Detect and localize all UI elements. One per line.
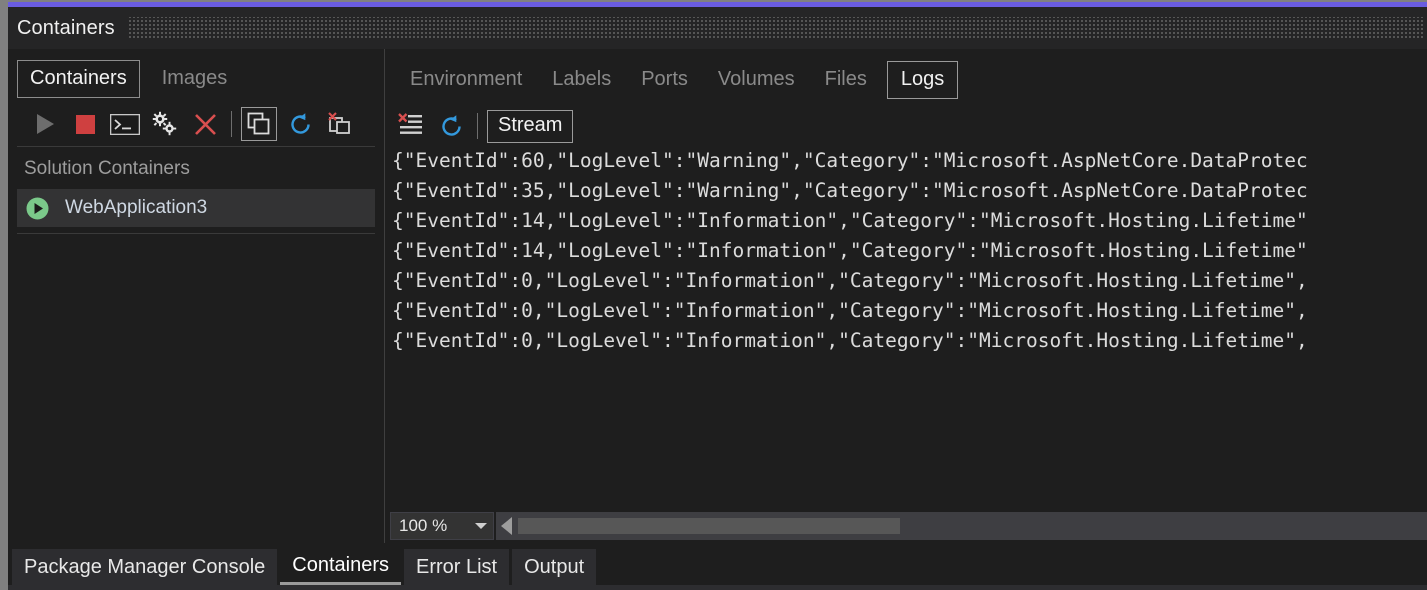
play-triangle-icon (35, 113, 55, 135)
tab-ports-label: Ports (641, 68, 688, 90)
tab-logs-label: Logs (900, 68, 945, 90)
stream-button[interactable]: Stream (487, 109, 574, 143)
delete-container-icon (327, 111, 353, 137)
settings-button[interactable] (148, 108, 182, 140)
left-pane: Containers Images Solution Containers We… (8, 49, 384, 543)
containers-tool-window: Containers Containers Images Solution Co… (8, 7, 1427, 590)
toolbar-separator (231, 111, 232, 137)
solution-containers-header: Solution Containers (8, 150, 384, 188)
tab-environment-label: Environment (410, 68, 523, 90)
dock-bottom-fill (8, 585, 1427, 590)
stream-button-label: Stream (498, 113, 563, 136)
stop-button[interactable] (68, 108, 102, 140)
dock-tab-label: Containers (292, 554, 389, 576)
log-line: {"EventId":14,"LogLevel":"Information","… (392, 239, 1308, 262)
log-horizontal-scrollbar[interactable] (496, 512, 1427, 540)
left-pane-tablist: Containers Images (8, 56, 239, 102)
refresh-circular-arrow-icon (439, 114, 464, 139)
dock-tab-label: Output (524, 555, 585, 578)
solution-containers-label: Solution Containers (24, 158, 190, 179)
container-toolbar (8, 104, 384, 144)
logs-toolbar-separator (477, 113, 478, 139)
logs-toolbar: Stream (390, 106, 1427, 146)
dock-tab-error-list[interactable]: Error List (403, 549, 510, 585)
log-output[interactable]: {"EventId":60,"LogLevel":"Warning","Cate… (390, 146, 1427, 504)
dock-tablist: Package Manager Console Containers Error… (12, 547, 599, 585)
clear-list-red-x-icon (397, 113, 425, 139)
refresh-logs-button[interactable] (434, 110, 468, 142)
log-line: {"EventId":35,"LogLevel":"Warning","Cate… (392, 179, 1308, 202)
tab-environment[interactable]: Environment (400, 62, 532, 98)
stop-square-icon (75, 114, 95, 134)
tab-volumes-label: Volumes (717, 68, 795, 90)
app-root: Containers Containers Images Solution Co… (0, 0, 1427, 590)
terminal-prompt-icon (110, 113, 140, 135)
scroll-left-arrow-icon[interactable] (501, 517, 512, 535)
dock-tab-containers[interactable]: Containers (280, 549, 401, 585)
dock-tab-package-manager-console[interactable]: Package Manager Console (12, 549, 278, 585)
red-x-icon (193, 112, 218, 137)
log-vertical-scrollbar[interactable] (1412, 146, 1427, 504)
list-bottom-rule (17, 233, 375, 234)
tab-ports[interactable]: Ports (631, 62, 698, 98)
tab-containers[interactable]: Containers (17, 60, 140, 98)
refresh-button[interactable] (283, 108, 317, 140)
remove-container-button[interactable] (323, 108, 357, 140)
log-line: {"EventId":14,"LogLevel":"Information","… (392, 209, 1308, 232)
terminal-button[interactable] (108, 108, 142, 140)
chevron-down-icon (475, 523, 487, 529)
log-line: {"EventId":60,"LogLevel":"Warning","Cate… (392, 149, 1308, 172)
dock-tab-output[interactable]: Output (512, 549, 597, 585)
zoom-level-value: 100 % (399, 516, 448, 535)
tab-logs[interactable]: Logs (886, 61, 959, 99)
pane-splitter-line (384, 49, 385, 543)
tab-files-label: Files (824, 68, 867, 90)
refresh-circular-arrow-icon (288, 112, 313, 137)
tab-containers-label: Containers (30, 67, 127, 89)
window-top-strip (0, 0, 1427, 7)
container-name-label: WebApplication3 (65, 197, 208, 218)
remove-button[interactable] (188, 108, 222, 140)
log-line: {"EventId":0,"LogLevel":"Information","C… (392, 329, 1308, 352)
start-button[interactable] (28, 108, 62, 140)
dock-tab-label: Package Manager Console (24, 555, 266, 578)
detail-tablist: Environment Labels Ports Volumes Files L… (390, 57, 959, 103)
tab-labels[interactable]: Labels (542, 62, 621, 98)
tab-volumes[interactable]: Volumes (708, 62, 805, 98)
view-containers-button[interactable] (241, 107, 277, 141)
tab-labels-label: Labels (552, 68, 612, 90)
right-pane: Environment Labels Ports Volumes Files L… (390, 49, 1427, 543)
tab-images-label: Images (161, 67, 228, 89)
zoom-and-scroll-row: 100 % (390, 511, 1427, 541)
tab-images[interactable]: Images (150, 61, 240, 97)
log-line: {"EventId":0,"LogLevel":"Information","C… (392, 299, 1308, 322)
running-play-icon (25, 196, 50, 221)
titlebar: Containers (8, 7, 1427, 49)
scrollbar-thumb[interactable] (518, 518, 900, 534)
tab-files[interactable]: Files (815, 62, 877, 98)
drag-handle-grip[interactable] (128, 17, 1423, 39)
copy-windows-icon (247, 112, 271, 136)
gears-icon (152, 111, 178, 137)
page-title: Containers (17, 16, 115, 39)
zoom-level-select[interactable]: 100 % (390, 512, 494, 540)
dock-tab-label: Error List (415, 555, 498, 578)
log-line: {"EventId":0,"LogLevel":"Information","C… (392, 269, 1308, 292)
list-divider (17, 146, 375, 147)
clear-logs-button[interactable] (394, 110, 428, 142)
list-item[interactable]: WebApplication3 (17, 189, 375, 227)
